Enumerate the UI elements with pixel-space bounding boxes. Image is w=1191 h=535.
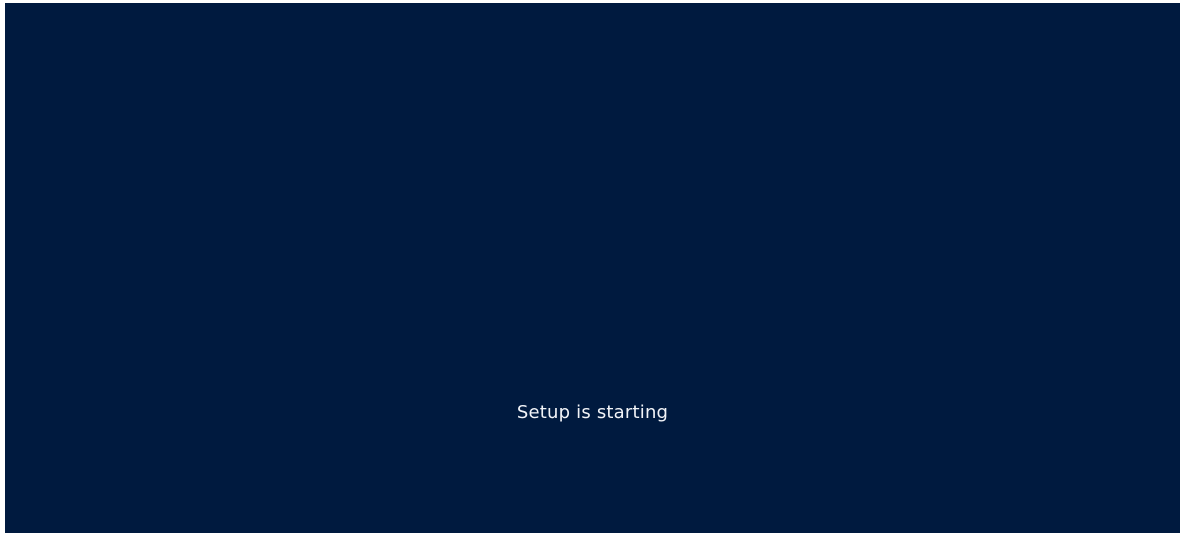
setup-status-text: Setup is starting: [516, 402, 669, 423]
setup-screen: Setup is starting: [5, 3, 1180, 533]
